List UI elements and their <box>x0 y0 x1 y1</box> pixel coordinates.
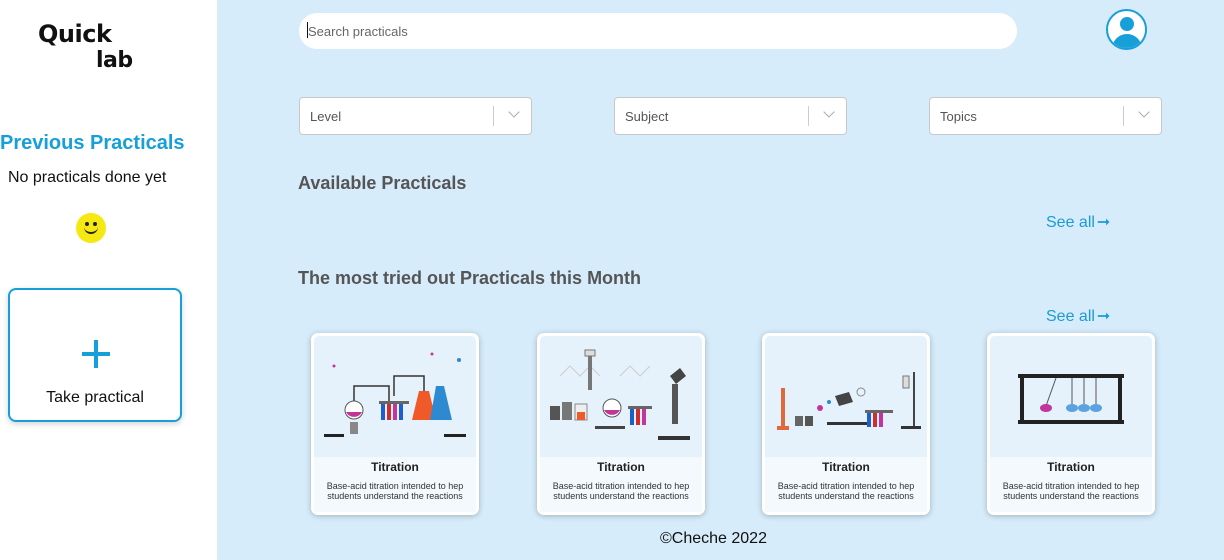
sidebar: Quick lab Previous Practicals No practic… <box>0 0 217 560</box>
level-select-label: Level <box>310 109 342 124</box>
card-body: Titration Base-acid titration intended t… <box>314 457 476 512</box>
take-practical-button[interactable]: Take practical <box>8 288 182 422</box>
practical-card[interactable]: Titration Base-acid titration intended t… <box>311 333 479 515</box>
see-all-available-link[interactable]: See all ➞ <box>1046 212 1110 232</box>
newtons-cradle-illustration <box>990 336 1152 457</box>
select-separator <box>1123 106 1124 126</box>
practical-card[interactable]: Titration Base-acid titration intended t… <box>762 333 930 515</box>
lab-apparatus-illustration <box>540 336 702 457</box>
lab-apparatus-illustration <box>765 336 927 457</box>
logo-text-lab: lab <box>96 48 133 73</box>
topics-select-label: Topics <box>940 109 977 124</box>
see-all-label: See all <box>1046 214 1095 231</box>
available-practicals-heading: Available Practicals <box>298 173 467 193</box>
chevron-down-icon <box>1138 106 1150 118</box>
arrow-right-icon: ➞ <box>1096 214 1111 231</box>
footer-copyright: ©Cheche 2022 <box>660 530 767 547</box>
smiley-icon <box>76 213 106 243</box>
card-title: Titration <box>371 460 419 474</box>
see-all-most-tried-link[interactable]: See all ➞ <box>1046 306 1110 326</box>
most-tried-heading: The most tried out Practicals this Month <box>298 268 642 288</box>
select-separator <box>493 106 494 126</box>
subject-select-label: Subject <box>625 109 669 124</box>
previous-practicals-empty-text: No practicals done yet <box>8 169 167 186</box>
card-description: Base-acid titration intended to hep stud… <box>552 481 690 501</box>
search-input[interactable] <box>299 13 1017 49</box>
card-body: Titration Base-acid titration intended t… <box>540 457 702 512</box>
chevron-down-icon <box>508 106 520 118</box>
card-body: Titration Base-acid titration intended t… <box>990 457 1152 512</box>
card-description: Base-acid titration intended to hep stud… <box>777 481 915 501</box>
card-body: Titration Base-acid titration intended t… <box>765 457 927 512</box>
topics-select[interactable]: Topics <box>929 97 1162 135</box>
take-practical-label: Take practical <box>46 389 144 406</box>
practical-card[interactable]: Titration Base-acid titration intended t… <box>987 333 1155 515</box>
select-separator <box>808 106 809 126</box>
card-title: Titration <box>597 460 645 474</box>
text-cursor <box>307 22 308 38</box>
arrow-right-icon: ➞ <box>1096 308 1111 325</box>
card-title: Titration <box>1047 460 1095 474</box>
lab-apparatus-illustration <box>314 336 476 457</box>
quicklab-logo[interactable]: Quick lab <box>38 18 148 78</box>
subject-select[interactable]: Subject <box>614 97 847 135</box>
card-description: Base-acid titration intended to hep stud… <box>326 481 464 501</box>
logo-text-quick: Quick <box>38 20 112 48</box>
plus-icon <box>82 340 110 368</box>
see-all-label: See all <box>1046 308 1095 325</box>
practical-card[interactable]: Titration Base-acid titration intended t… <box>537 333 705 515</box>
card-title: Titration <box>822 460 870 474</box>
previous-practicals-heading: Previous Practicals <box>0 132 185 154</box>
user-avatar-icon[interactable] <box>1106 9 1147 50</box>
chevron-down-icon <box>823 106 835 118</box>
card-description: Base-acid titration intended to hep stud… <box>1002 481 1140 501</box>
level-select[interactable]: Level <box>299 97 532 135</box>
